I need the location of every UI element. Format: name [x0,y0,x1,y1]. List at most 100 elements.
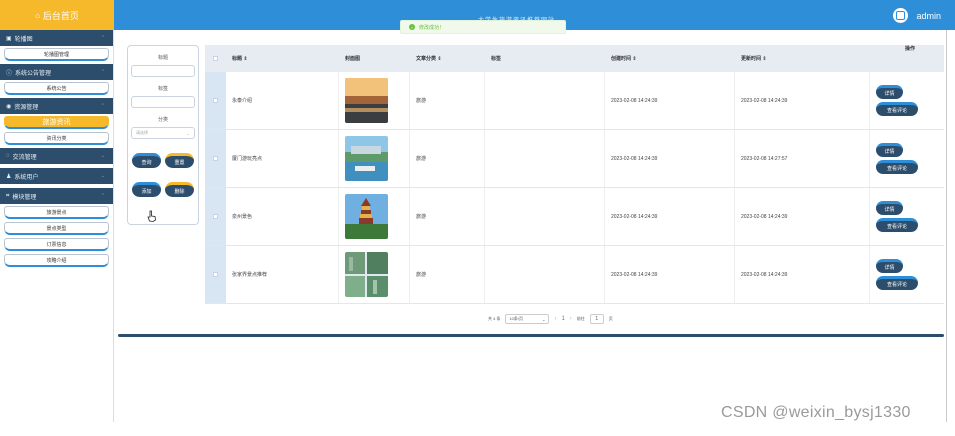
sidebar-item-notice[interactable]: 系统公告 [4,82,109,95]
page-size-value: 10条/页 [509,316,524,321]
next-page-icon[interactable]: › [570,316,572,322]
cell-actions: 详情 查看评论 [870,188,944,245]
home-icon: ⌂ [35,10,40,20]
select-all-checkbox[interactable] [213,56,218,61]
delete-button[interactable]: 删除 [165,182,194,197]
sidebar-item-guides[interactable]: 攻略介绍 [4,254,109,267]
title-label: 标题 [157,55,168,61]
cell-title: 永泰介绍 [226,72,339,129]
row-checkbox[interactable] [213,98,218,103]
row-checkbox[interactable] [213,272,218,277]
cell-title: 泉州景色 [226,188,339,245]
cell-tag [485,246,605,303]
hand-cursor-icon [147,210,156,222]
chevron-down-icon: ⌄ [100,173,105,179]
category-select[interactable]: 请选择 ⌄ [131,127,195,139]
info-icon: ⓘ [6,70,13,77]
chevron-down-icon: ⌄ [186,130,190,136]
menu-group-label: 轮播图 [14,36,33,43]
cell-cover [339,188,410,245]
pinned-overlay-label: 已固定 [20,51,39,57]
menu-group-resource[interactable]: ◉ 资源管理 ⌃ [0,98,113,114]
menu-group-label: 交流管理 [12,154,37,161]
cell-updated: 2023-02-08 14:24:39 [735,246,870,303]
cell-actions: 详情 查看评论 [870,72,944,129]
column-header-created[interactable]: 创建时间 ⇕ [605,45,735,72]
cell-category: 旅游 [410,188,485,245]
menu-group-label: 系统公告管理 [15,70,52,77]
cell-tag [485,130,605,187]
detail-button[interactable]: 详情 [876,201,903,215]
menu-group-users[interactable]: ♟ 系统用户 ⌄ [0,168,113,184]
cell-created: 2023-02-08 14:24:39 [605,72,735,129]
column-header-category[interactable]: 文章分类 ⇕ [410,45,485,72]
sidebar-item-news-category[interactable]: 资讯分类 [4,132,109,145]
table-row[interactable]: 厦门游玩亮点 旅游 2023-02-08 14:24:39 2023-02-08… [205,130,944,188]
cell-created: 2023-02-08 14:24:39 [605,246,735,303]
page-size-select[interactable]: 10条/页 ⌄ [505,314,550,324]
news-table: 标题 ⇕ 封面图 文章分类 ⇕ 标签 创建时间 ⇕ 更新时间 ⇕ 操作 永泰介绍… [205,45,944,304]
cover-image[interactable] [345,252,388,297]
tag-label: 标签 [157,86,168,92]
home-tab[interactable]: ⌂ 后台首页 [0,0,114,30]
username[interactable]: admin [916,11,941,21]
sidebar-item-tickets[interactable]: 订票信息 [4,238,109,251]
check-icon: ✓ [409,24,415,30]
menu-group-exchange[interactable]: ◌ 交流管理 ⌄ [0,148,113,164]
menu-group-carousel[interactable]: ▣ 轮播图 ⌃ [0,30,113,46]
menu-group-notice[interactable]: ⓘ 系统公告管理 ⌃ [0,64,113,80]
view-comments-button[interactable]: 查看评论 [876,160,918,174]
horizontal-scrollbar[interactable] [118,334,944,337]
title-input[interactable] [131,65,195,77]
reset-button[interactable]: 重置 [165,153,194,168]
cover-image[interactable] [345,136,388,181]
detail-button[interactable]: 详情 [876,259,903,273]
image-icon: ▣ [6,35,12,42]
cell-updated: 2023-02-08 14:24:39 [735,72,870,129]
view-comments-button[interactable]: 查看评论 [876,102,918,116]
prev-page-icon[interactable]: ‹ [554,316,556,322]
cell-cover [339,72,410,129]
sidebar-item-scenic-spots[interactable]: 旅游景点 [4,206,109,219]
cell-title: 张家界景点推荐 [226,246,339,303]
page-number[interactable]: 1 [561,316,564,322]
sidebar-item-spot-types[interactable]: 景点类型 [4,222,109,235]
search-button[interactable]: 查询 [132,153,161,168]
user-area[interactable]: admin [893,8,941,23]
add-button[interactable]: 添加 [132,182,161,197]
cover-image[interactable] [345,194,388,239]
menu-group-label: 资源管理 [14,104,39,111]
sidebar-item-travel-news[interactable]: 旅游资讯 [4,116,109,129]
table-row[interactable]: 永泰介绍 旅游 2023-02-08 14:24:39 2023-02-08 1… [205,72,944,130]
cell-tag [485,72,605,129]
toast-message: 修改成功！ [419,24,445,31]
location-icon: ◉ [6,103,12,110]
column-header-title[interactable]: 标题 ⇕ [226,45,339,72]
view-comments-button[interactable]: 查看评论 [876,276,918,290]
tag-input[interactable] [131,96,195,108]
row-checkbox[interactable] [213,156,218,161]
table-row[interactable]: 泉州景色 旅游 2023-02-08 14:24:39 2023-02-08 1… [205,188,944,246]
goto-suffix: 页 [608,316,613,321]
table-row[interactable]: 张家界景点推荐 旅游 2023-02-08 14:24:39 2023-02-0… [205,246,944,304]
view-comments-button[interactable]: 查看评论 [876,218,918,232]
cell-category: 旅游 [410,72,485,129]
sort-icon: ⇕ [437,55,442,62]
sort-icon: ⇕ [632,55,637,62]
menu-group-label: 模块管理 [12,194,37,201]
detail-button[interactable]: 详情 [876,85,903,99]
cell-category: 旅游 [410,130,485,187]
detail-button[interactable]: 详情 [876,143,903,157]
goto-page-input[interactable]: 1 [589,314,604,324]
pagination: 共 4 条 10条/页 ⌄ ‹ 1 › 前往 1 页 [488,314,613,324]
column-header-updated[interactable]: 更新时间 ⇕ [735,45,870,72]
chevron-up-icon: ⌃ [100,193,105,199]
sidebar: ▣ 轮播图 ⌃ 轮播图管理 ⓘ 系统公告管理 ⌃ 系统公告 ◉ 资源管理 ⌃ 旅… [0,30,114,422]
cover-image[interactable] [345,78,388,123]
sort-icon: ⇕ [243,55,248,62]
avatar-icon[interactable] [893,8,909,23]
row-checkbox[interactable] [213,214,218,219]
cell-actions: 详情 查看评论 [870,246,944,303]
chevron-up-icon: ⌃ [100,35,105,41]
menu-group-modules[interactable]: ⌗ 模块管理 ⌃ [0,188,113,204]
